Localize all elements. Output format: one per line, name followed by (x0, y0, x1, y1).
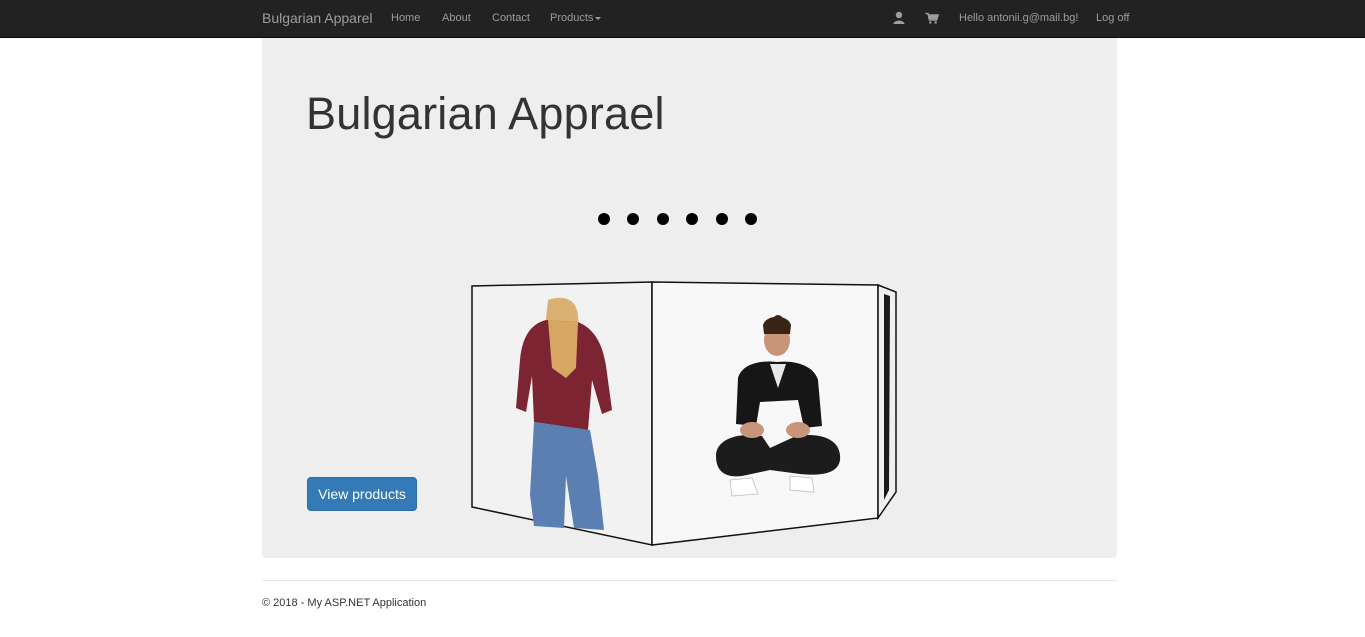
footer-divider (262, 580, 1117, 581)
carousel-dot[interactable] (598, 213, 610, 225)
product-image-cube[interactable] (470, 280, 910, 550)
nav-home-link[interactable]: Home (391, 12, 420, 24)
user-greeting-link[interactable]: Hello antonii.g@mail.bg! (959, 12, 1078, 24)
page-title: Bulgarian Apprael (306, 88, 665, 139)
product-image-left-face (471, 281, 653, 546)
view-products-button[interactable]: View products (307, 477, 417, 511)
product-image-front-face (651, 281, 879, 546)
footer-copyright: © 2018 - My ASP.NET Application (262, 597, 427, 609)
nav-about-link[interactable]: About (442, 12, 471, 24)
carousel-dot[interactable] (744, 213, 757, 225)
carousel-dot[interactable] (686, 213, 699, 225)
nav-products-label: Products (550, 12, 594, 24)
product-image-right-face (877, 283, 897, 521)
shopping-cart-icon[interactable] (925, 10, 940, 26)
carousel-dot[interactable] (715, 213, 728, 225)
logoff-link[interactable]: Log off (1096, 12, 1129, 24)
nav-products-dropdown[interactable]: Products (550, 12, 602, 24)
navbar: Bulgarian Apparel Home About Contact Pro… (0, 0, 1365, 38)
caret-down-icon (595, 16, 602, 20)
carousel-indicators (598, 213, 774, 225)
user-icon[interactable] (892, 10, 906, 26)
brand-link[interactable]: Bulgarian Apparel (262, 10, 373, 26)
carousel-dot[interactable] (627, 213, 640, 225)
jumbotron: Bulgarian Apprael View products (262, 38, 1117, 558)
carousel-dot[interactable] (656, 213, 669, 225)
nav-contact-link[interactable]: Contact (492, 12, 530, 24)
